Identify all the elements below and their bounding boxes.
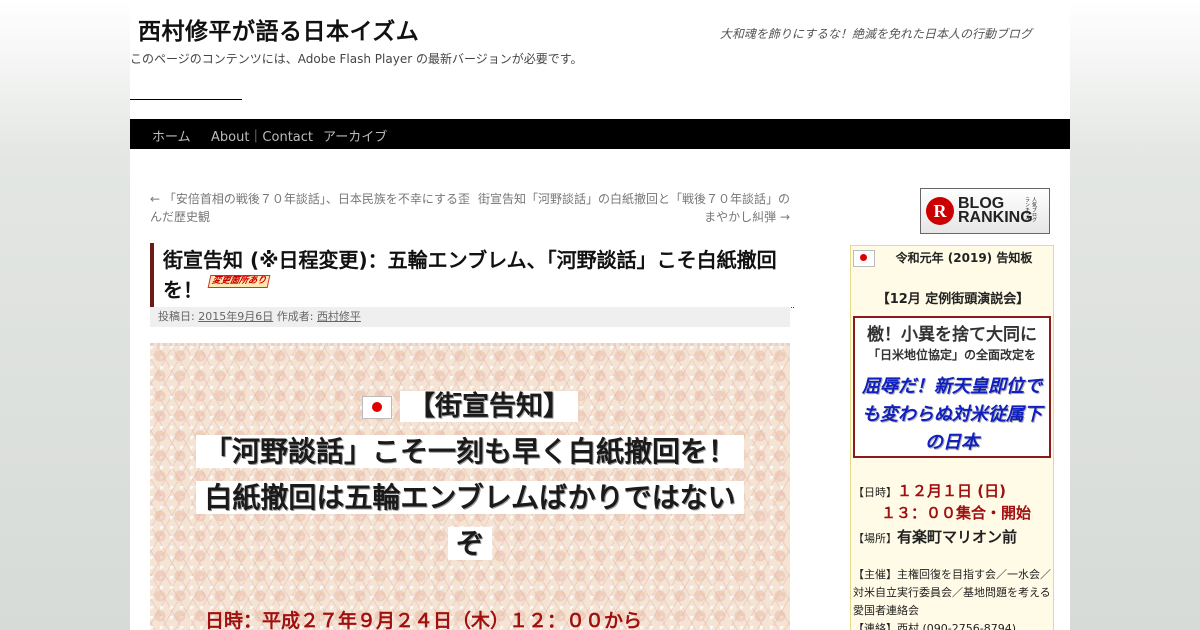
notice-subtitle: 【12月 定例街頭演説会】 (876, 292, 1030, 307)
hero-line-1: 【街宣告知】 (150, 384, 790, 423)
nav-archive[interactable]: アーカイブ (323, 126, 387, 145)
page-wrapper: 西村修平が語る日本イズム 大和魂を飾りにするな！絶滅を免れた日本人の行動ブログ … (130, 0, 1070, 630)
notice-place-row: 【場所】有楽町マリオン前 (853, 526, 1017, 547)
notice-date-label: 【日時】 (853, 486, 897, 499)
notice-box-slogan: 屈辱だ！新天皇即位でも変わらぬ対米従属下の日本 (862, 376, 1042, 453)
notice-highlight-box: 檄！小異を捨て大同に 「日米地位協定」の全面改定を 屈辱だ！新天皇即位でも変わら… (853, 316, 1051, 458)
entry-meta: 投稿日: 2015年9月6日 作成者: 西村修平 (150, 307, 790, 327)
nav-about-contact[interactable]: About｜Contact (211, 126, 313, 145)
entry-title-box: 街宣告知 (※日程変更)：五輪エンブレム、「河野談話」こそ白紙撤回を！ 変更箇所あ… (150, 243, 794, 308)
hero-line-2-text: 「河野談話」こそ一刻も早く白紙撤回を！ (195, 435, 744, 468)
ranking-small-text: 人気ブログランキング (1024, 197, 1037, 222)
entry-title: 街宣告知 (※日程変更)：五輪エンブレム、「河野談話」こそ白紙撤回を！ 変更箇所あ… (154, 243, 794, 307)
notice-box-subheading: 「日米地位協定」の全面改定を (867, 348, 1036, 362)
notice-organizers: 【主催】主権回復を目指す会／一水会／対米自立実行委員会／基地問題を考える愛国者連… (853, 566, 1053, 630)
notice-title: 令和元年 (2019) 告知板 (895, 251, 1033, 265)
ranking-text-2: RANKING (958, 209, 1033, 226)
japan-flag-icon (853, 250, 875, 267)
notice-date-value: １２月１日 (日) (897, 482, 1006, 500)
notice-time-value: １３：００集合・開始 (881, 504, 1032, 522)
notice-contact: 【連絡】西村 (090-2756-8794) (853, 622, 1017, 630)
japan-flag-icon (362, 396, 392, 419)
notice-board: 令和元年 (2019) 告知板 【12月 定例街頭演説会】 檄！小異を捨て大同に… (850, 245, 1054, 630)
previous-post-link[interactable]: ← 「安倍首相の戦後７０年談話」、日本民族を不幸にする歪んだ歴史観 (150, 190, 480, 226)
hero-line-1-text: 【街宣告知】 (400, 391, 578, 422)
update-badge: 変更箇所あり (207, 275, 271, 288)
hero-line-4-text: ぞ (447, 527, 492, 560)
blog-ranking-banner[interactable]: R BLOG RANKING 人気ブログランキング (920, 188, 1050, 234)
notice-date-row: 【日時】１２月１日 (日) (853, 480, 1006, 501)
hero-line-4: ぞ (150, 522, 790, 562)
meta-author-label: 作成者: (276, 310, 314, 323)
ranking-text: BLOG RANKING (958, 196, 1033, 226)
notice-sponsor: 【主催】主権回復を目指す会／一水会／対米自立実行委員会／基地問題を考える愛国者連… (853, 568, 1051, 617)
header-divider (130, 99, 242, 100)
notice-time-row: １３：００集合・開始 (881, 502, 1031, 523)
site-description: 大和魂を飾りにするな！絶滅を免れた日本人の行動ブログ (719, 27, 1032, 41)
hero-banner: 【街宣告知】 「河野談話」こそ一刻も早く白紙撤回を！ 白紙撤回は五輪エンブレムば… (150, 343, 790, 630)
notice-place-label: 【場所】 (853, 532, 897, 545)
hero-line-3-text: 白紙撤回は五輪エンブレムばかりではない (196, 481, 744, 514)
hero-line-3: 白紙撤回は五輪エンブレムばかりではない (150, 476, 790, 516)
nav-home[interactable]: ホーム (152, 126, 191, 145)
site-title[interactable]: 西村修平が語る日本イズム (138, 12, 419, 46)
hero-line-2: 「河野談話」こそ一刻も早く白紙撤回を！ (150, 430, 790, 470)
hero-date: 日時：平成２７年９月２４日（木）１２：００から (205, 610, 643, 630)
next-post-link[interactable]: 街宣告知「河野談話」の白紙撤回と「戦後７０年談話」のまやかし糾弾 → (475, 190, 790, 226)
notice-box-heading: 檄！小異を捨て大同に (867, 325, 1037, 345)
meta-posted-label: 投稿日: (158, 310, 195, 323)
meta-author-link[interactable]: 西村修平 (317, 310, 361, 323)
ranking-logo-icon: R (926, 197, 954, 225)
meta-date-link[interactable]: 2015年9月6日 (198, 310, 273, 323)
flash-notice: このページのコンテンツには、Adobe Flash Player の最新バージョ… (130, 52, 583, 66)
main-nav: ホーム About｜Contact アーカイブ (130, 119, 1070, 149)
notice-place-value: 有楽町マリオン前 (897, 528, 1018, 546)
